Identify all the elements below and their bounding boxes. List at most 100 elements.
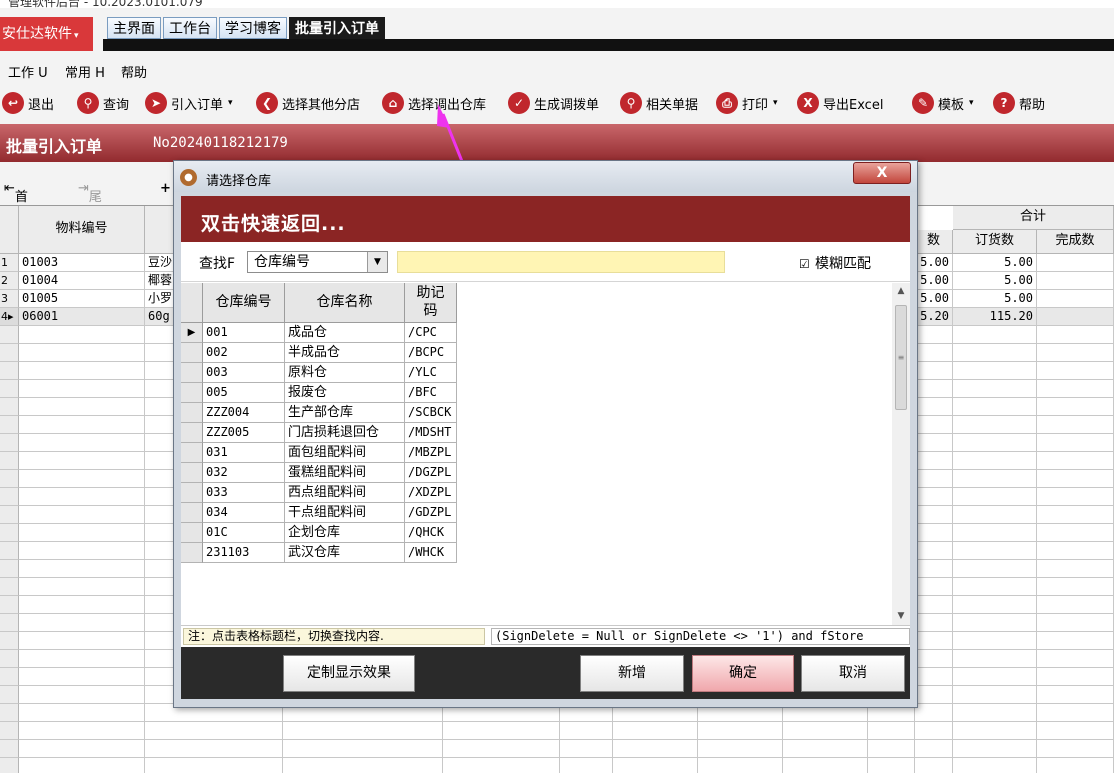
row-index[interactable]: 3: [0, 290, 19, 308]
list-cell-name[interactable]: 半成品仓: [285, 343, 405, 363]
list-header-code[interactable]: 仓库编号: [203, 283, 285, 323]
list-cell-code[interactable]: 002: [203, 343, 285, 363]
cell-partial[interactable]: 5.00: [915, 272, 953, 290]
list-cell-code[interactable]: 031: [203, 443, 285, 463]
cell-done-qty[interactable]: [1037, 254, 1114, 272]
list-cell-code[interactable]: ZZZ004: [203, 403, 285, 423]
list-cell-name[interactable]: 报废仓: [285, 383, 405, 403]
list-cell-name[interactable]: 原料仓: [285, 363, 405, 383]
row-index[interactable]: 1: [0, 254, 19, 272]
list-cell-code[interactable]: 001: [203, 323, 285, 343]
last-record-button[interactable]: ⇥ 尾记录: [78, 181, 102, 243]
cell-order-qty[interactable]: 5.00: [953, 254, 1037, 272]
list-row-header[interactable]: [181, 523, 203, 543]
list-cell-mnemonic[interactable]: /MBZPL: [405, 443, 457, 463]
list-cell-mnemonic[interactable]: /SCBCK: [405, 403, 457, 423]
list-header-mnemonic[interactable]: 助记码: [405, 283, 457, 323]
scroll-down-icon[interactable]: ▼: [892, 608, 910, 625]
list-cell-name[interactable]: 门店损耗退回仓: [285, 423, 405, 443]
row-index[interactable]: 2: [0, 272, 19, 290]
grid-header-order-qty[interactable]: 订货数: [953, 230, 1037, 254]
select-out-warehouse-button[interactable]: ⌂ 选择调出仓库: [382, 90, 486, 116]
dialog-close-button[interactable]: X: [853, 162, 911, 184]
list-cell-name[interactable]: 蛋糕组配料间: [285, 463, 405, 483]
cell-material-code[interactable]: 01003: [19, 254, 145, 272]
cell-partial[interactable]: 5.00: [915, 254, 953, 272]
list-cell-mnemonic[interactable]: /MDSHT: [405, 423, 457, 443]
list-row-header[interactable]: [181, 383, 203, 403]
list-cell-name[interactable]: 西点组配料间: [285, 483, 405, 503]
fuzzy-match-checkbox[interactable]: ☑ 模糊匹配: [799, 253, 871, 273]
cell-material-name[interactable]: 60g: [145, 308, 175, 326]
cell-material-code[interactable]: 06001: [19, 308, 145, 326]
query-button[interactable]: ⚲ 查询: [77, 90, 129, 116]
menu-work[interactable]: 工作 U: [8, 62, 48, 81]
list-cell-mnemonic[interactable]: /YLC: [405, 363, 457, 383]
cell-order-qty[interactable]: 5.00: [953, 290, 1037, 308]
list-cell-mnemonic[interactable]: /DGZPL: [405, 463, 457, 483]
template-button[interactable]: ✎ 模板 ▾: [912, 90, 974, 116]
list-row-header[interactable]: [181, 343, 203, 363]
tab-batch-import[interactable]: 批量引入订单: [289, 17, 385, 39]
list-cell-mnemonic[interactable]: /BFC: [405, 383, 457, 403]
list-row-header[interactable]: [181, 403, 203, 423]
scroll-up-icon[interactable]: ▲: [892, 283, 910, 300]
list-scrollbar[interactable]: ▲ ≡ ▼: [892, 283, 910, 625]
list-cell-code[interactable]: 01C: [203, 523, 285, 543]
list-cell-code[interactable]: 034: [203, 503, 285, 523]
list-cell-name[interactable]: 企划仓库: [285, 523, 405, 543]
menu-common[interactable]: 常用 H: [65, 62, 105, 81]
list-cell-code[interactable]: 033: [203, 483, 285, 503]
list-cell-mnemonic[interactable]: /BCPC: [405, 343, 457, 363]
list-cell-name[interactable]: 生产部仓库: [285, 403, 405, 423]
help-button[interactable]: ? 帮助: [993, 90, 1045, 116]
search-field-select[interactable]: 仓库编号 ▼: [247, 251, 388, 273]
search-input[interactable]: [397, 251, 725, 273]
custom-display-button[interactable]: 定制显示效果: [283, 655, 415, 692]
list-row-header[interactable]: [181, 443, 203, 463]
current-row-indicator-icon[interactable]: ▶: [181, 323, 203, 343]
grid-header-partial[interactable]: 数: [915, 230, 953, 254]
grid-header-material[interactable]: 物料编号: [19, 206, 145, 254]
import-order-button[interactable]: ➤ 引入订单 ▾: [145, 90, 233, 116]
add-record-icon[interactable]: +: [160, 181, 171, 196]
list-cell-code[interactable]: 003: [203, 363, 285, 383]
first-record-button[interactable]: ⇤ 首记录: [4, 181, 28, 243]
list-cell-mnemonic[interactable]: /GDZPL: [405, 503, 457, 523]
list-cell-name[interactable]: 武汉仓库: [285, 543, 405, 563]
brand-menu-button[interactable]: 安仕达软件 ▾: [0, 17, 93, 51]
tab-workbench[interactable]: 工作台: [163, 17, 217, 39]
print-button[interactable]: ⎙ 打印 ▾: [716, 90, 778, 116]
list-row-header[interactable]: [181, 463, 203, 483]
cell-partial[interactable]: 5.20: [915, 308, 953, 326]
list-cell-name[interactable]: 面包组配料间: [285, 443, 405, 463]
related-docs-button[interactable]: ⚲ 相关单据: [620, 90, 698, 116]
grid-header-done-qty[interactable]: 完成数: [1037, 230, 1114, 254]
list-cell-mnemonic[interactable]: /WHCK: [405, 543, 457, 563]
list-cell-name[interactable]: 成品仓: [285, 323, 405, 343]
cell-material-code[interactable]: 01005: [19, 290, 145, 308]
dialog-titlebar[interactable]: ● 请选择仓库 X: [174, 161, 917, 192]
exit-button[interactable]: ↩ 退出: [2, 90, 54, 116]
list-cell-mnemonic[interactable]: /XDZPL: [405, 483, 457, 503]
scroll-thumb[interactable]: ≡: [895, 305, 907, 410]
list-header-name[interactable]: 仓库名称: [285, 283, 405, 323]
list-cell-code[interactable]: 005: [203, 383, 285, 403]
cell-order-qty[interactable]: 115.20: [953, 308, 1037, 326]
cell-done-qty[interactable]: [1037, 290, 1114, 308]
cancel-button[interactable]: 取消: [801, 655, 905, 692]
tab-main[interactable]: 主界面: [107, 17, 161, 39]
cell-material-name[interactable]: 豆沙: [145, 254, 175, 272]
row-index-current[interactable]: 4▸: [0, 308, 19, 326]
list-cell-code[interactable]: ZZZ005: [203, 423, 285, 443]
menu-help[interactable]: 帮助: [121, 62, 147, 81]
cell-done-qty[interactable]: [1037, 308, 1114, 326]
list-cell-code[interactable]: 032: [203, 463, 285, 483]
list-cell-mnemonic[interactable]: /CPC: [405, 323, 457, 343]
add-button[interactable]: 新增: [580, 655, 684, 692]
cell-material-name[interactable]: 小罗: [145, 290, 175, 308]
cell-partial[interactable]: 5.00: [915, 290, 953, 308]
cell-done-qty[interactable]: [1037, 272, 1114, 290]
list-cell-name[interactable]: 干点组配料间: [285, 503, 405, 523]
tab-blog[interactable]: 学习博客: [219, 17, 287, 39]
